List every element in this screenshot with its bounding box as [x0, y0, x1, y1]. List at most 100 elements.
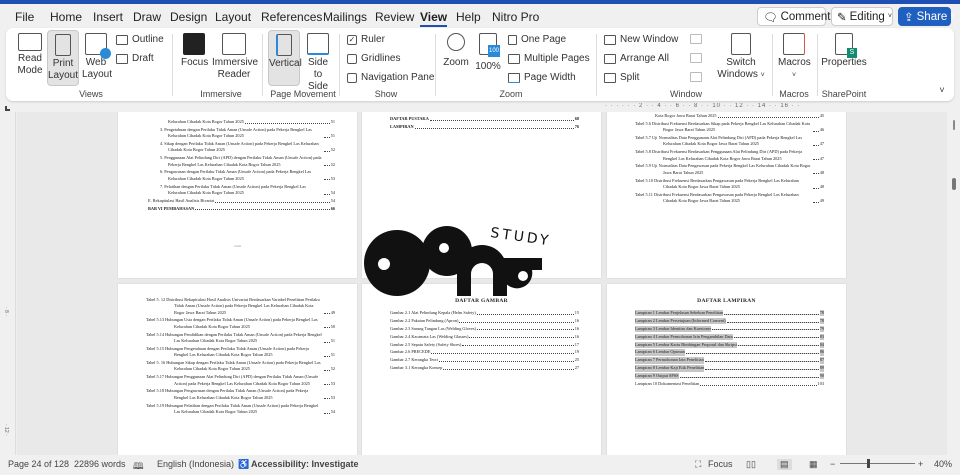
zoom-out-button[interactable]: − — [830, 459, 835, 469]
toc-entry[interactable]: Lampiran 5 Lembar Kartu Bimbingan Propos… — [635, 341, 824, 348]
read-mode-icon[interactable]: ▯▯ — [746, 459, 756, 470]
toc-entry[interactable]: Tabel 5.7 Uji Normalitas Data Penggunaan… — [635, 135, 824, 148]
tab-nitro-pro[interactable]: Nitro Pro — [492, 10, 539, 24]
tab-layout[interactable]: Layout — [215, 10, 251, 24]
toc-entry[interactable]: Gambar 2.7 Kerangka Teori 25 — [390, 357, 579, 363]
tab-design[interactable]: Design — [170, 10, 207, 24]
tab-help[interactable]: Help — [456, 10, 481, 24]
vertical-ruler[interactable]: · 12 · · 8 · — [0, 106, 16, 455]
gridlines-checkbox[interactable]: Gridlines — [347, 53, 400, 64]
toc-entry[interactable]: Tabel 5.17 Hubungan Penggunaan Alat Peli… — [146, 374, 335, 387]
view-side-by-side-button[interactable] — [690, 34, 702, 44]
comments-button[interactable]: 🗨 Comments — [757, 7, 836, 26]
toc-entry[interactable]: 6. Pengawasan dengan Perilaku Tidak Aman… — [148, 169, 335, 182]
toc-entry[interactable]: Tabel 5.18 Hubungan Pengawasan dengan Pe… — [146, 388, 335, 401]
tab-file[interactable]: File — [15, 10, 34, 24]
toc-entry[interactable]: Gambar 2.1 Alat Pelindung Kepala (Helm S… — [390, 310, 579, 316]
toc-entry[interactable]: LAMPIRAN 76 — [390, 124, 579, 130]
tab-view[interactable]: View — [420, 10, 448, 27]
tab-selector-icon[interactable] — [5, 106, 10, 111]
draft-button[interactable]: Draft — [116, 53, 154, 64]
collapse-ribbon-chevron-icon[interactable]: ˅ — [936, 84, 948, 96]
toc-entry[interactable]: Kota Bogor Jawa Barat Tahun 2025 45 — [635, 113, 824, 119]
synchronous-scrolling-button[interactable] — [690, 53, 702, 63]
toc-entry[interactable]: Gambar 3.1 Kerangka Konsep 27 — [390, 365, 579, 371]
toc-entry[interactable]: Tabel 5.9 Uji Normalitas Data Pengawasan… — [635, 163, 824, 176]
tab-mailings[interactable]: Mailings — [323, 10, 367, 24]
side-to-side-button[interactable]: Side to Side — [303, 33, 333, 93]
toc-entry[interactable]: Lampiran 4 Lembar Permohonan Izin Pengam… — [635, 333, 824, 340]
page-width-button[interactable]: Page Width — [508, 72, 576, 83]
multiple-pages-button[interactable]: Multiple Pages — [508, 53, 590, 64]
page-count[interactable]: Page 24 of 128 — [8, 459, 69, 469]
word-count[interactable]: 22896 words — [74, 459, 126, 469]
toc-entry[interactable]: Lampiran 10 Dokumentasi Penelitian 103 — [635, 381, 824, 387]
focus-button[interactable]: Focus — [181, 33, 208, 69]
editing-button[interactable]: ✎ Editing ˅ — [831, 7, 893, 26]
vertical-button[interactable]: Vertical — [268, 30, 302, 86]
toc-entry[interactable]: Tabel 5.14 Hubungan Pendidikan dengan Pe… — [146, 332, 335, 345]
print-layout-icon[interactable]: ▤ — [777, 459, 792, 470]
toc-entry[interactable]: Lampiran 1 Lembar Penjelasan Sebelum Pen… — [635, 310, 824, 317]
navigation-pane-checkbox[interactable]: Navigation Pane — [347, 72, 434, 83]
toc-entry[interactable]: Lampiran 6 Lembar Opsman 86 — [635, 349, 824, 356]
toc-entry[interactable]: Lampiran 3 Lembar Identitas dan Kuesione… — [635, 325, 824, 333]
zoom-percent[interactable]: 40% — [934, 459, 952, 469]
new-window-button[interactable]: New Window — [604, 34, 678, 45]
focus-mode-button[interactable]: Focus — [708, 459, 733, 469]
zoom-slider[interactable] — [840, 463, 915, 464]
vertical-scrollbar[interactable] — [948, 112, 960, 455]
toc-entry[interactable]: Tabel 5.10 Distribusi Frekuensi Berdasar… — [635, 178, 824, 191]
ruler-checkbox[interactable]: ✓ Ruler — [347, 34, 385, 45]
toc-entry[interactable]: Tabel 5.8 Distribusi Frekuensi Berdasark… — [635, 149, 824, 162]
tab-review[interactable]: Review — [375, 10, 414, 24]
proofing-icon[interactable]: 🕮 — [133, 459, 144, 475]
macros-button[interactable]: Macros ˅ — [778, 33, 811, 82]
toc-entry[interactable]: Kelurahan Cibadak Kota Bogor Tahun 2025 5… — [148, 119, 335, 125]
one-page-button[interactable]: One Page — [508, 34, 566, 45]
toc-entry[interactable]: Tabel 5.13 Hubungan Usia dengan Perilaku… — [146, 317, 335, 330]
arrange-all-button[interactable]: Arrange All — [604, 53, 669, 64]
immersive-reader-button[interactable]: Immersive Reader — [212, 33, 258, 81]
tab-insert[interactable]: Insert — [93, 10, 123, 24]
accessibility-status[interactable]: Accessibility: Investigate — [251, 459, 359, 469]
toc-entry[interactable]: Gambar 2.5 Sepatu Safety (Safety Shoes) 1… — [390, 342, 579, 348]
zoom-in-button[interactable]: + — [918, 459, 923, 469]
switch-windows-button[interactable]: Switch Windows ˅ — [716, 33, 766, 82]
toc-entry[interactable]: Lampiran 2 Lembar Persetujuan (Informed … — [635, 317, 824, 325]
tab-draw[interactable]: Draw — [133, 10, 161, 24]
toc-entry[interactable]: 7. Pelatihan dengan Perilaku Tidak Aman … — [148, 184, 335, 197]
scrollbar-thumb[interactable] — [952, 178, 956, 190]
properties-button[interactable]: S Properties — [821, 33, 867, 69]
web-layout-button[interactable]: Web Layout — [82, 33, 112, 81]
toc-entry[interactable]: Lampiran 9 Output SPSS 90 — [635, 373, 824, 380]
toc-entry[interactable]: Tabel 5. 12 Distribusi Rekapitulasi Hasi… — [146, 297, 335, 316]
toc-entry[interactable]: Tabel 5.11 Distribusi Frekuensi Berdasar… — [635, 192, 824, 205]
outline-button[interactable]: Outline — [116, 34, 164, 45]
horizontal-ruler[interactable]: · · · · · · 2 · · 4 · · 6 · · 8 · · 10 ·… — [605, 103, 841, 112]
zoom-100-button[interactable]: 100 100% — [474, 33, 502, 73]
toc-entry[interactable]: Gambar 2.6 PRECEDE 19 — [390, 349, 579, 355]
toc-entry[interactable]: 4. Sikap dengan Perilaku Tidak Aman (Uns… — [148, 141, 335, 154]
tab-home[interactable]: Home — [50, 10, 82, 24]
toc-entry[interactable]: E. Rekapitulasi Hasil Analisis Bivariat 5… — [148, 198, 335, 204]
toc-entry[interactable]: Tabel 5.19 Hubungan Pelatihan dengan Per… — [146, 403, 335, 416]
split-button[interactable]: Split — [604, 72, 639, 83]
toc-entry[interactable]: Gambar 2.2 Pakaian Pelindung (Apron) 16 — [390, 318, 579, 324]
toc-entry[interactable]: Tabel 5.6 Distribusi Frekuensi Berdasark… — [635, 121, 824, 134]
language[interactable]: English (Indonesia) — [157, 459, 234, 469]
read-mode-button[interactable]: Read Mode — [16, 33, 44, 77]
zoom-button[interactable]: Zoom — [442, 33, 470, 69]
toc-entry[interactable]: BAB VI PEMBAHASAN 66 — [148, 206, 335, 212]
toc-entry[interactable]: 5. Penggunaan Alat Pelindung Diri (APD) … — [148, 155, 335, 168]
toc-entry[interactable]: DAFTAR PUSTAKA 68 — [390, 116, 579, 122]
toc-entry[interactable]: Lampiran 8 Lembar Kaji Etik Penelitian 89 — [635, 365, 824, 372]
toc-entry[interactable]: Gambar 2.3 Sarung Tangan Las (Welding Gl… — [390, 326, 579, 332]
toc-entry[interactable]: Gambar 2.4 Kacamata Las (Welding Glasses… — [390, 334, 579, 340]
print-layout-button[interactable]: Print Layout — [47, 30, 79, 86]
toc-entry[interactable]: 3. Pengetahuan dengan Perilaku Tidak Ama… — [148, 127, 335, 140]
reset-window-position-button[interactable] — [690, 72, 702, 82]
share-button[interactable]: ⇪ Share ˅ — [898, 7, 954, 26]
toc-entry[interactable]: Tabel 5.15 Hubungan Pengetahuan dengan P… — [146, 346, 335, 359]
zoom-slider-thumb[interactable] — [866, 459, 870, 468]
